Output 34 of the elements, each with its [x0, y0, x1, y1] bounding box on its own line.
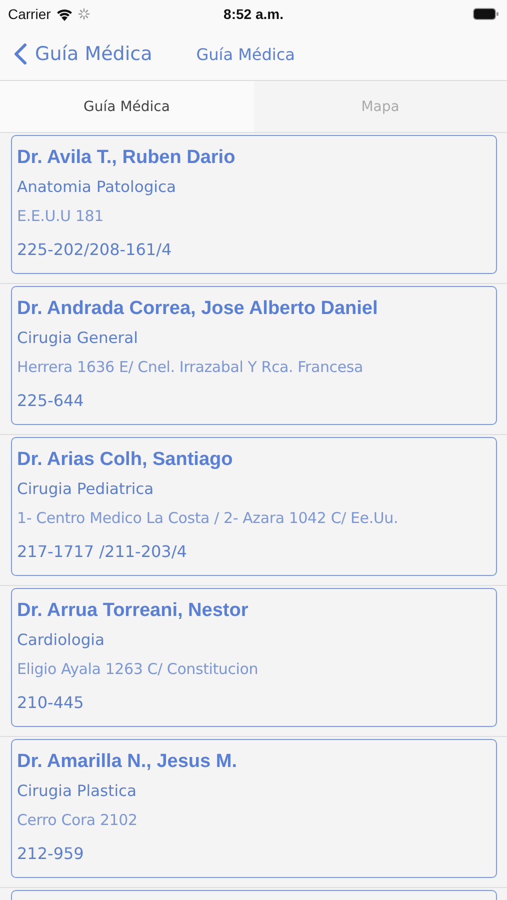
doctor-card[interactable]: Dr. Arias Colh, Santiago Cirugia Pediatrica 1- Centro Medico La Costa / 2- Azara 1042 C/ Ee.Uu. 217-1717 /211-203/4: [11, 437, 497, 576]
phone-number: 225-202/208-161/4: [17, 239, 173, 261]
tab[interactable]: Guía Médica: [0, 81, 254, 132]
doctor-name: Dr. Andrada Correa, Jose Alberto Daniel: [17, 297, 379, 321]
back-chevron-icon: [14, 43, 27, 65]
specialty-label: Cirugia Plastica: [17, 781, 138, 802]
phone-number: 212-959: [17, 843, 85, 865]
doctor-name: Dr. Arias Colh, Santiago: [17, 448, 234, 472]
specialty-label: Cirugia Pediatrica: [17, 479, 155, 500]
address-label: Cerro Cora 2102: [17, 810, 138, 831]
clock-time: 8:52 a.m.: [222, 6, 284, 22]
wifi-icon: [56, 8, 73, 20]
address-label: 1- Centro Medico La Costa / 2- Azara 1042 C/ Ee.Uu.: [17, 508, 400, 529]
specialty-label: Anatomia Patologica: [17, 177, 177, 198]
address-label: Eligio Ayala 1263 C/ Constitucion: [17, 659, 260, 680]
doctor-name: Dr. Amarilla N., Jesus M.: [17, 750, 238, 774]
carrier-label: Carrier: [8, 6, 51, 22]
phone-number: 225-644: [17, 390, 85, 412]
phone-number: 217-1717 /211-203/4: [17, 541, 188, 563]
doctor-name: Dr. Avila T., Ruben Dario: [17, 146, 236, 170]
doctor-card[interactable]: Dr. Arrua Torreani, Nestor Cardiologia Eligio Ayala 1263 C/ Constitucion 210-445: [11, 588, 497, 727]
doctor-card[interactable]: Dr. Amarilla N., Jesus M. Cirugia Plastica Cerro Cora 2102 212-959: [11, 739, 497, 878]
address-label: E.E.U.U 181: [17, 206, 104, 227]
doctor-card[interactable]: Dr. Avila T., Ruben Dario Anatomia Patologica E.E.U.U 181 225-202/208-161/4: [11, 135, 497, 274]
doctor-name: Dr. Arrua Torreani, Nestor: [17, 599, 250, 623]
back-button[interactable]: Guía Médica: [14, 43, 152, 65]
specialty-label: Cirugia General: [17, 328, 139, 349]
screen-title: Guía Médica: [196, 44, 295, 64]
battery-icon: [473, 8, 499, 20]
activity-spinner-icon: [78, 8, 90, 20]
specialty-label: Cardiologia: [17, 630, 106, 651]
address-label: Herrera 1636 E/ Cnel. Irrazabal Y Rca. Francesa: [17, 357, 364, 378]
doctor-card[interactable]: Dr. Andrada Correa, Jose Alberto Daniel Cirugia General Herrera 1636 E/ Cnel. Irrazabal Y Rca. Francesa 225-644: [11, 286, 497, 425]
phone-number: 210-445: [17, 692, 85, 714]
